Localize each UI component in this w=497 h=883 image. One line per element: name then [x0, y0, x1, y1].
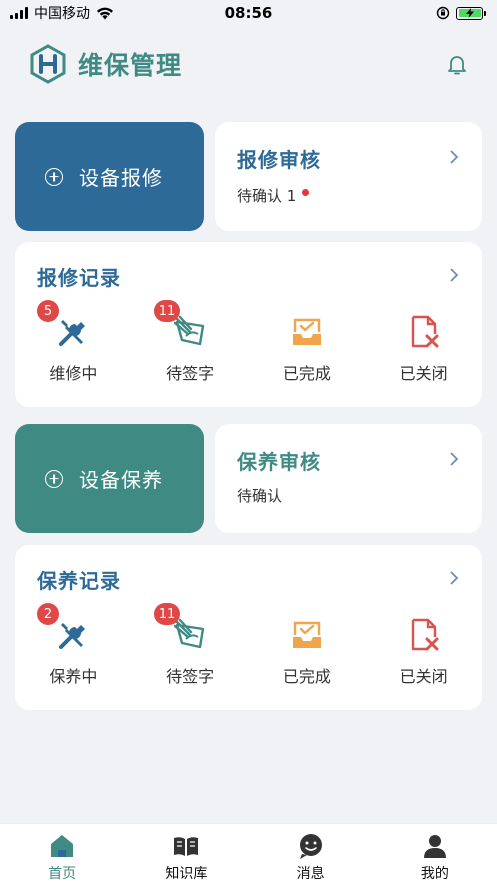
- record-item-completed[interactable]: 已完成: [249, 314, 366, 384]
- maintain-review-title: 保养审核: [237, 450, 321, 474]
- record-item-pending-signature[interactable]: 11 待签字: [132, 300, 249, 384]
- repair-review-card[interactable]: 报修审核 待确认 1: [215, 122, 482, 231]
- home-icon: [51, 835, 74, 857]
- maintain-action-label: 设备保养: [79, 468, 163, 492]
- user-icon: [423, 835, 446, 858]
- record-item-maintaining[interactable]: 2 保养中: [15, 603, 132, 687]
- repair-review-sub: 待确认 1: [237, 187, 297, 205]
- record-item-label: 保养中: [49, 667, 98, 686]
- status-bar: 中国移动 08:56: [0, 0, 497, 26]
- record-item-label: 待签字: [166, 667, 215, 686]
- document-close-icon: [411, 618, 439, 651]
- unread-dot: [302, 189, 310, 196]
- tools-icon: [59, 623, 86, 649]
- maintain-review-card[interactable]: 保养审核 待确认: [215, 424, 482, 533]
- tab-knowledge[interactable]: 知识库: [124, 824, 248, 883]
- signal-icon: [10, 7, 28, 19]
- record-item-completed[interactable]: 已完成: [249, 617, 366, 687]
- signature-icon: [173, 618, 205, 649]
- repair-records-card: 报修记录 5 维修中 11 待签字 已完成 已关闭: [15, 242, 482, 407]
- maintain-action-button[interactable]: 设备保养: [15, 424, 204, 533]
- bottom-tab-bar: 首页 知识库 消息 我的: [0, 823, 497, 883]
- count-badge: 11: [153, 300, 181, 322]
- count-badge: 11: [153, 603, 181, 625]
- count-badge: 2: [37, 603, 59, 625]
- app-header: 维保管理: [0, 38, 497, 90]
- message-icon: [299, 834, 322, 859]
- book-icon: [174, 837, 199, 856]
- inbox-check-icon: [292, 318, 321, 345]
- status-time: 08:56: [224, 4, 273, 22]
- inbox-check-icon: [292, 621, 321, 648]
- bell-icon[interactable]: [445, 52, 469, 76]
- tab-home[interactable]: 首页: [0, 824, 124, 883]
- repair-action-label: 设备报修: [79, 166, 163, 190]
- maintain-review-sub: 待确认: [237, 487, 283, 505]
- chevron-right-icon: [450, 452, 459, 466]
- plus-icon: [45, 167, 63, 186]
- repair-action-button[interactable]: 设备报修: [15, 122, 204, 231]
- maintain-review-status: 待确认: [237, 485, 282, 506]
- wifi-icon: [97, 7, 113, 19]
- logo-icon: [30, 44, 66, 84]
- maintain-records-card: 保养记录 2 保养中 11 待签字 已完成 已关闭: [15, 545, 482, 710]
- record-item-label: 已完成: [282, 667, 331, 686]
- orientation-lock-icon: [436, 6, 450, 20]
- tab-label: 我的: [420, 866, 449, 882]
- repair-review-title: 报修审核: [237, 148, 321, 172]
- tools-icon: [59, 320, 86, 346]
- chevron-right-icon[interactable]: [448, 570, 460, 586]
- signature-icon: [173, 315, 205, 346]
- chevron-right-icon: [450, 150, 459, 164]
- document-close-icon: [411, 315, 439, 348]
- carrier-name: 中国移动: [34, 6, 90, 22]
- record-item-repairing[interactable]: 5 维修中: [15, 300, 132, 384]
- record-item-label: 已关闭: [399, 667, 448, 686]
- record-item-label: 待签字: [166, 364, 215, 383]
- repair-records-title: 报修记录: [37, 266, 121, 290]
- count-badge: 5: [37, 300, 59, 322]
- record-item-closed[interactable]: 已关闭: [365, 314, 482, 384]
- record-item-pending-signature[interactable]: 11 待签字: [132, 603, 249, 687]
- record-item-label: 维修中: [49, 364, 98, 383]
- page-title: 维保管理: [78, 51, 183, 80]
- plus-icon: [45, 469, 63, 488]
- record-item-closed[interactable]: 已关闭: [365, 617, 482, 687]
- battery-icon: [456, 6, 486, 20]
- tab-label: 消息: [296, 866, 325, 882]
- tab-mine[interactable]: 我的: [373, 824, 497, 883]
- repair-review-status: 待确认 1: [237, 185, 310, 206]
- record-item-label: 已完成: [282, 364, 331, 383]
- chevron-right-icon[interactable]: [448, 267, 460, 283]
- tab-label: 知识库: [165, 866, 208, 882]
- tab-messages[interactable]: 消息: [249, 824, 373, 883]
- tab-label: 首页: [48, 866, 77, 882]
- maintain-records-title: 保养记录: [37, 569, 121, 593]
- record-item-label: 已关闭: [399, 364, 448, 383]
